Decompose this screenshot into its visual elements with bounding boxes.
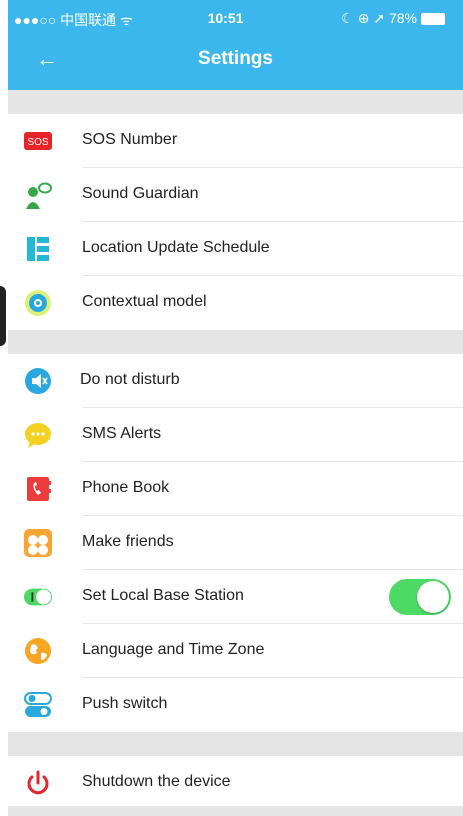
settings-item-contextual-model[interactable]: Contextual model <box>8 276 463 330</box>
svg-text:SOS: SOS <box>27 137 48 148</box>
location-update-schedule-label: Location Update Schedule <box>82 239 270 256</box>
make-friends-icon <box>24 529 52 557</box>
section-gap <box>8 90 463 114</box>
contextual-model-label: Contextual model <box>82 293 207 310</box>
status-indicators: ☾ ⊕ ➚ 78% <box>341 10 445 27</box>
contextual-model-icon <box>24 289 52 317</box>
toggle-knob <box>417 581 449 613</box>
sound-guardian-label: Sound Guardian <box>82 185 199 202</box>
settings-item-push-switch[interactable]: Push switch <box>8 678 463 732</box>
push-switch-label: Push switch <box>82 695 168 712</box>
language-time-zone-label: Language and Time Zone <box>82 641 265 658</box>
set-local-base-station-label: Set Local Base Station <box>82 587 244 604</box>
location-schedule-icon <box>24 235 52 263</box>
settings-item-do-not-disturb[interactable]: Do not disturb <box>8 354 463 408</box>
settings-item-sms-alerts[interactable]: SMS Alerts <box>8 408 463 462</box>
section-gap <box>8 806 463 816</box>
make-friends-label: Make friends <box>82 533 174 550</box>
do-not-disturb-label: Do not disturb <box>80 371 180 388</box>
page-title: Settings <box>198 48 273 69</box>
base-station-icon <box>24 583 52 611</box>
settings-item-set-local-base-station[interactable]: Set Local Base Station <box>8 570 463 624</box>
settings-item-shutdown[interactable]: Shutdown the device <box>8 756 463 810</box>
settings-item-make-friends[interactable]: Make friends <box>8 516 463 570</box>
settings-item-sos-number[interactable]: SOS SOS Number <box>8 114 463 168</box>
sos-number-label: SOS Number <box>82 131 178 148</box>
nav-row: ← Settings <box>8 34 463 90</box>
settings-item-location-update-schedule[interactable]: Location Update Schedule <box>8 222 463 276</box>
settings-item-language-time-zone[interactable]: Language and Time Zone <box>8 624 463 678</box>
section-gap <box>8 732 463 756</box>
battery-icon <box>421 13 445 26</box>
status-right-text: ☾ ⊕ ➚ 78% <box>341 10 417 26</box>
sms-alerts-icon <box>24 421 52 449</box>
phone-book-label: Phone Book <box>82 479 170 496</box>
header-bar: ●●●○○ 中国联通 ᯤ 10:51 ☾ ⊕ ➚ 78% ← Settings <box>8 0 463 90</box>
base-station-toggle[interactable] <box>389 579 451 615</box>
settings-item-phone-book[interactable]: Phone Book <box>8 462 463 516</box>
power-icon <box>24 769 52 797</box>
sms-alerts-label: SMS Alerts <box>82 425 162 442</box>
sos-icon: SOS <box>24 127 52 155</box>
settings-item-sound-guardian[interactable]: Sound Guardian <box>8 168 463 222</box>
background-graphic <box>0 286 6 346</box>
section-gap <box>8 330 463 354</box>
phone-book-icon <box>24 475 52 503</box>
sound-guardian-icon <box>24 181 52 209</box>
do-not-disturb-icon <box>24 367 52 395</box>
status-bar: ●●●○○ 中国联通 ᯤ 10:51 ☾ ⊕ ➚ 78% <box>8 0 463 34</box>
shutdown-label: Shutdown the device <box>82 773 231 790</box>
left-edge <box>0 0 8 816</box>
language-timezone-icon <box>24 637 52 665</box>
push-switch-icon <box>24 691 52 719</box>
